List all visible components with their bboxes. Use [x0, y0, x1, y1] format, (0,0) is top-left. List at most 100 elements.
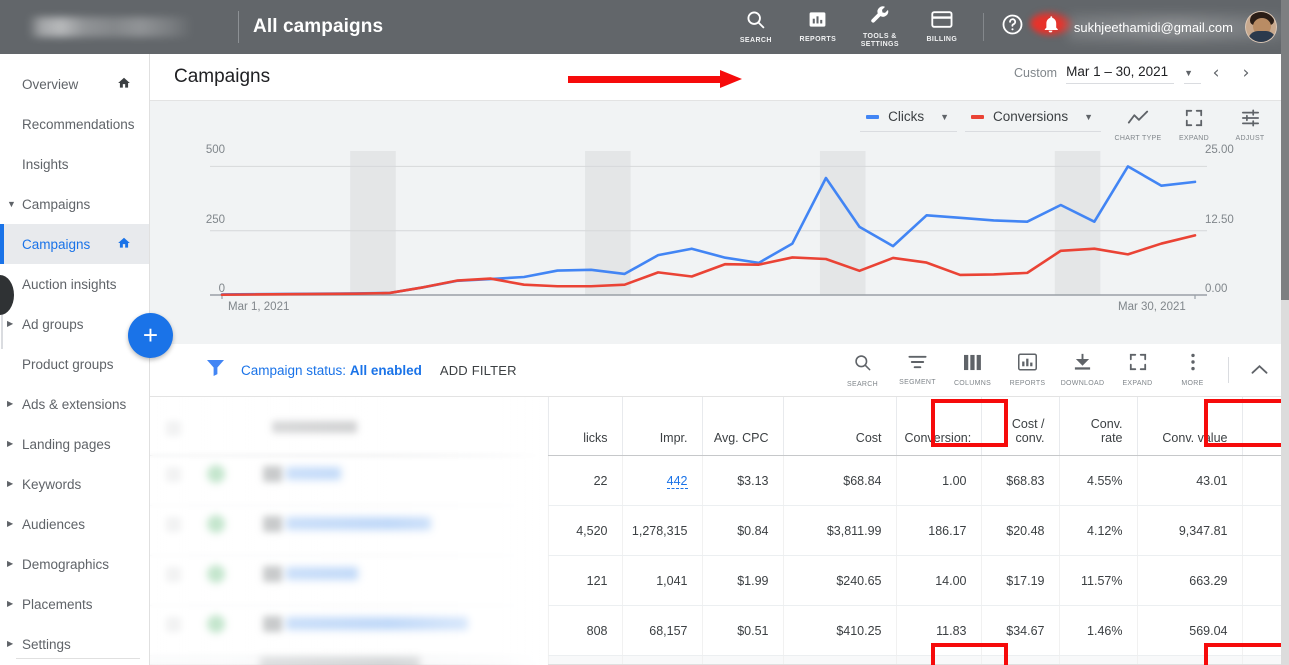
cell-conv-value: 663.29: [1137, 555, 1243, 606]
chart-adjust-button[interactable]: ADJUST: [1223, 109, 1277, 142]
filter-chip-campaign-status[interactable]: Campaign status: All enabled: [241, 363, 422, 378]
sidebar-item-recommendations[interactable]: Recommendations: [0, 104, 149, 144]
sidebar-item-ad-groups[interactable]: ▶ Ad groups: [0, 304, 149, 344]
col-header-avg-cpc[interactable]: Avg. CPC: [702, 397, 784, 456]
y2-axis-tick-0: 0.00: [1205, 283, 1228, 295]
new-campaign-fab[interactable]: +: [128, 313, 173, 358]
table-search-button[interactable]: SEARCH: [835, 353, 890, 388]
credit-card-icon: [931, 10, 953, 33]
table-row[interactable]: 22 442 $3.13 $68.84 1.00 $68.83 4.55% 43…: [150, 455, 1289, 506]
cell-conversions: 11.83: [896, 605, 982, 656]
blurred-logo-image: [28, 17, 193, 37]
table-columns-button[interactable]: COLUMNS: [945, 354, 1000, 387]
avatar[interactable]: [1245, 11, 1277, 43]
filter-bar: Campaign status: All enabled ADD FILTER …: [150, 344, 1289, 397]
date-prev-button[interactable]: ‹: [1201, 63, 1231, 84]
segment-icon: [908, 354, 927, 375]
sidebar-item-landing-pages[interactable]: ▶ Landing pages: [0, 424, 149, 464]
date-range-arrow-annotation: [568, 70, 758, 88]
topbar-search-button[interactable]: SEARCH: [725, 0, 787, 54]
cell-impr[interactable]: 442: [622, 455, 703, 506]
sidebar-item-demographics[interactable]: ▶ Demographics: [0, 544, 149, 584]
sidebar-item-audiences[interactable]: ▶ Audiences: [0, 504, 149, 544]
sidebar-item-ads-extensions[interactable]: ▶ Ads & extensions: [0, 384, 149, 424]
topbar-reports-label: REPORTS: [799, 36, 837, 43]
table-segment-button[interactable]: SEGMENT: [890, 354, 945, 386]
sidebar-nav: Overview Recommendations Insights ▼ Camp…: [0, 54, 150, 665]
topbar-tools-settings-button[interactable]: TOOLS & SETTINGS: [849, 0, 911, 54]
table-row[interactable]: 121 1,041 $1.99 $240.65 14.00 $17.19 11.…: [150, 555, 1289, 606]
cell-cost: $410.25: [783, 605, 897, 656]
filter-funnel-icon[interactable]: [206, 359, 225, 381]
col-header-clicks[interactable]: licks: [548, 397, 623, 456]
cell-campaign-name[interactable]: [150, 555, 549, 606]
col-header-campaign[interactable]: [150, 397, 549, 456]
cell-cost-per-conv: $34.67: [981, 605, 1060, 656]
cell-campaign-name[interactable]: [150, 605, 549, 656]
chevron-down-icon: ▼: [7, 198, 16, 209]
chart-adjust-label: ADJUST: [1235, 135, 1265, 142]
filter-chip-prefix: Campaign status:: [241, 362, 347, 378]
date-range-picker[interactable]: Custom Mar 1 – 30, 2021 ▼ ‹ ›: [1014, 63, 1261, 84]
columns-icon: [963, 354, 982, 376]
chart-plot-area: 500 250 0 25.00 12.50 0.00 Mar 1, 2021 M…: [150, 144, 1289, 344]
legend-label-conversions: Conversions: [993, 109, 1069, 124]
table-columns-label: COLUMNS: [953, 379, 992, 387]
sidebar-item-auction-insights[interactable]: Auction insights: [0, 264, 149, 304]
date-next-button[interactable]: ›: [1231, 63, 1261, 84]
table-reports-button[interactable]: REPORTS: [1000, 353, 1055, 387]
table-download-button[interactable]: DOWNLOAD: [1055, 353, 1110, 387]
sidebar-item-overview[interactable]: Overview: [0, 64, 149, 104]
col-header-cost[interactable]: Cost: [783, 397, 897, 456]
cell-impr: 1,278,315: [622, 505, 703, 556]
date-range-value[interactable]: Mar 1 – 30, 2021: [1066, 64, 1175, 84]
table-row[interactable]: 808 68,157 $0.51 $410.25 11.83 $34.67 1.…: [150, 605, 1289, 656]
topbar-reports-button[interactable]: REPORTS: [787, 0, 849, 54]
sidebar-item-campaigns[interactable]: Campaigns: [0, 224, 149, 264]
account-logo[interactable]: [0, 0, 238, 54]
col-header-conversions[interactable]: Conversion:: [896, 397, 982, 456]
chevron-down-icon[interactable]: ▼: [940, 112, 949, 122]
table-download-label: DOWNLOAD: [1060, 380, 1105, 387]
topbar-tools-settings-label: TOOLS & SETTINGS: [860, 33, 899, 48]
cell-campaign-name[interactable]: [150, 505, 549, 556]
add-filter-button[interactable]: ADD FILTER: [440, 363, 517, 378]
chart-expand-label: EXPAND: [1178, 135, 1210, 142]
page-scrollbar[interactable]: [1281, 0, 1289, 665]
cell-campaign-name[interactable]: [150, 455, 549, 506]
help-button[interactable]: [998, 13, 1028, 41]
chart-type-button[interactable]: CHART TYPE: [1111, 109, 1165, 142]
wrench-icon: [869, 5, 890, 30]
table-expand-button[interactable]: EXPAND: [1110, 353, 1165, 387]
expand-icon: [1129, 353, 1147, 376]
chevron-down-icon[interactable]: ▼: [1084, 112, 1093, 122]
cell-conversions: 14.00: [896, 555, 982, 606]
chart-expand-button[interactable]: EXPAND: [1167, 109, 1221, 142]
table-header-row: licks Impr. Avg. CPC Cost Conversion: Co…: [150, 397, 1289, 456]
legend-metric-clicks[interactable]: Clicks ▼: [860, 109, 958, 132]
chevron-up-icon[interactable]: [1237, 363, 1281, 378]
adjust-sliders-icon: [1241, 109, 1260, 132]
table-more-button[interactable]: MORE: [1165, 353, 1220, 387]
chevron-right-icon: ▶: [7, 399, 14, 408]
col-header-impr[interactable]: Impr.: [622, 397, 703, 456]
cell-clicks: 121: [548, 555, 623, 606]
sidebar-item-placements[interactable]: ▶ Placements: [0, 584, 149, 624]
col-header-conv-rate[interactable]: Conv. rate: [1059, 397, 1138, 456]
sidebar-item-keywords[interactable]: ▶ Keywords: [0, 464, 149, 504]
scrollbar-thumb[interactable]: [1281, 0, 1289, 300]
sidebar-item-product-groups[interactable]: Product groups: [0, 344, 149, 384]
col-header-conv-value[interactable]: Conv. value: [1137, 397, 1243, 456]
cell-conversions: 1.00: [896, 455, 982, 506]
impr-link[interactable]: 442: [666, 473, 688, 489]
y-axis-tick-250: 250: [205, 214, 225, 226]
sidebar-item-insights[interactable]: Insights: [0, 144, 149, 184]
sidebar-item-label: Settings: [22, 636, 71, 652]
col-header-cost-per-conv[interactable]: Cost / conv.: [981, 397, 1060, 456]
legend-metric-conversions[interactable]: Conversions ▼: [965, 109, 1101, 132]
chevron-down-icon[interactable]: ▼: [1184, 68, 1201, 84]
topbar-billing-button[interactable]: BILLING: [911, 0, 973, 54]
sidebar-group-campaigns[interactable]: ▼ Campaigns: [0, 184, 149, 224]
notifications-button[interactable]: [1028, 10, 1074, 40]
table-row[interactable]: 4,520 1,278,315 $0.84 $3,811.99 186.17 $…: [150, 505, 1289, 556]
